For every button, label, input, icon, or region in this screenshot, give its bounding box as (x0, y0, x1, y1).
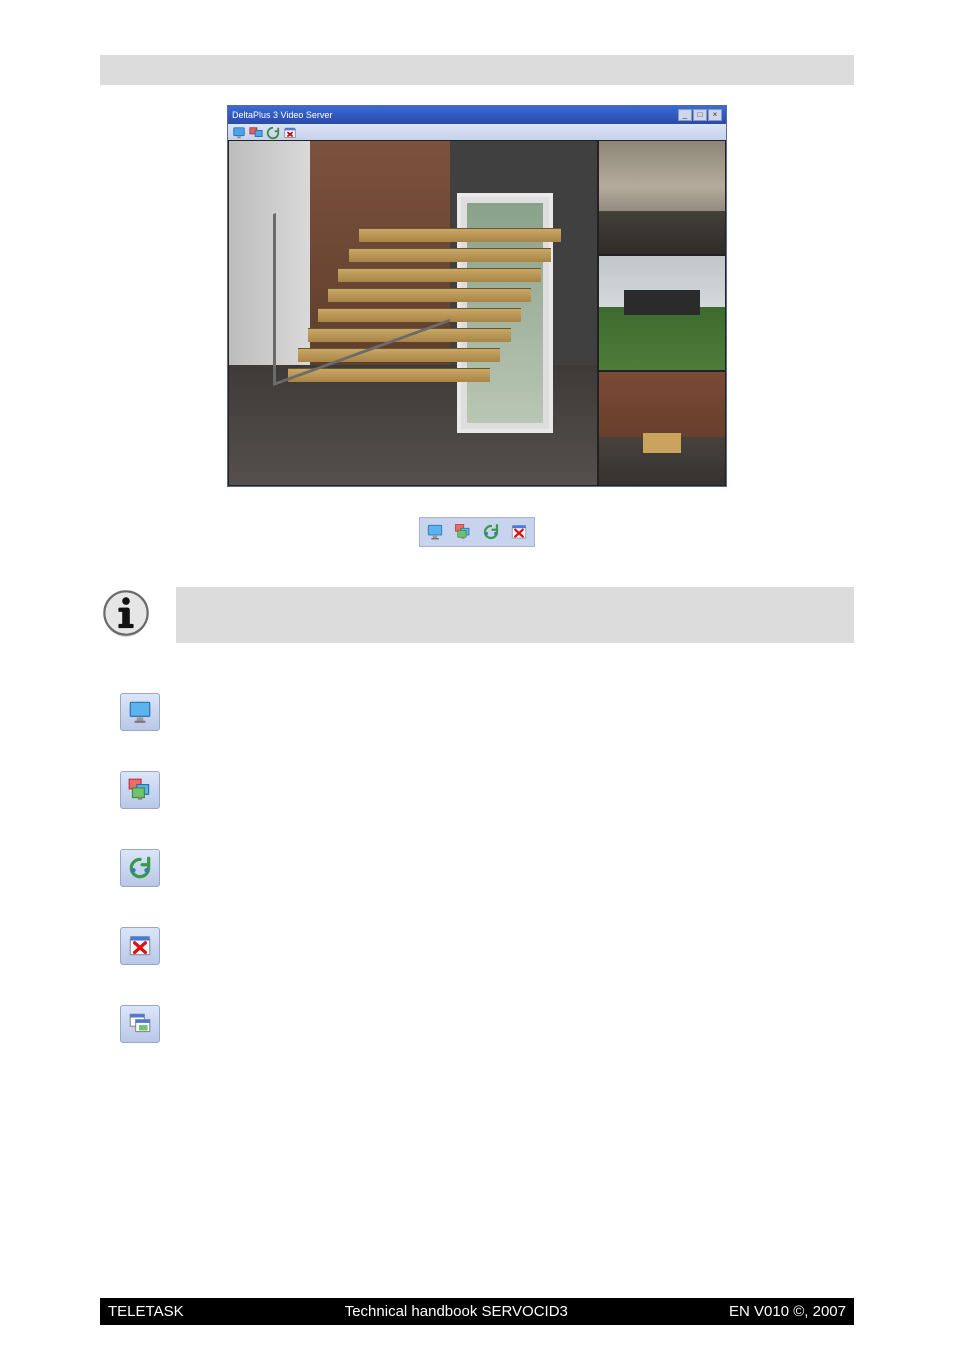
camera-pane-1[interactable] (598, 140, 726, 255)
multi-monitor-icon (452, 521, 474, 543)
toolbar-cycle-icon[interactable] (266, 126, 280, 138)
info-icon (100, 587, 152, 639)
maximize-button[interactable]: □ (693, 109, 707, 121)
cycle-icon (120, 849, 160, 887)
icon-row-close-picture (100, 927, 854, 965)
cascade-icon (120, 1005, 160, 1043)
figure-toolbar-closeup (100, 517, 854, 547)
multi-monitor-icon (120, 771, 160, 809)
window-titlebar: DeltaPlus 3 Video Server _ □ × (228, 106, 726, 124)
icon-row-single-monitor (100, 693, 854, 731)
toolbar-close-picture-icon[interactable] (283, 126, 297, 138)
icon-description-list (100, 693, 854, 1043)
footer-center: Technical handbook SERVOCID3 (184, 1303, 729, 1320)
close-picture-icon (508, 521, 530, 543)
single-monitor-icon (424, 521, 446, 543)
video-grid (228, 140, 726, 486)
icon-row-cascade (100, 1005, 854, 1043)
figure-video-server-window: DeltaPlus 3 Video Server _ □ × (100, 105, 854, 487)
camera-pane-2[interactable] (598, 255, 726, 370)
close-picture-icon (120, 927, 160, 965)
footer-right: EN V010 ©, 2007 (729, 1303, 846, 1320)
icon-row-multi-monitor (100, 771, 854, 809)
icon-row-cycle (100, 849, 854, 887)
close-window-button[interactable]: × (708, 109, 722, 121)
cycle-icon (480, 521, 502, 543)
toolbar-single-monitor-icon[interactable] (232, 126, 246, 138)
minimize-button[interactable]: _ (678, 109, 692, 121)
window-title: DeltaPlus 3 Video Server (232, 110, 332, 120)
footer-left: TELETASK (108, 1303, 184, 1320)
camera-pane-main[interactable] (228, 140, 598, 486)
page-footer: TELETASK Technical handbook SERVOCID3 EN… (100, 1298, 854, 1325)
info-note (100, 587, 854, 643)
section-title-bar (100, 55, 854, 85)
single-monitor-icon (120, 693, 160, 731)
app-toolbar (228, 124, 726, 140)
app-window: DeltaPlus 3 Video Server _ □ × (227, 105, 727, 487)
toolbar-multi-monitor-icon[interactable] (249, 126, 263, 138)
camera-pane-3[interactable] (598, 371, 726, 486)
